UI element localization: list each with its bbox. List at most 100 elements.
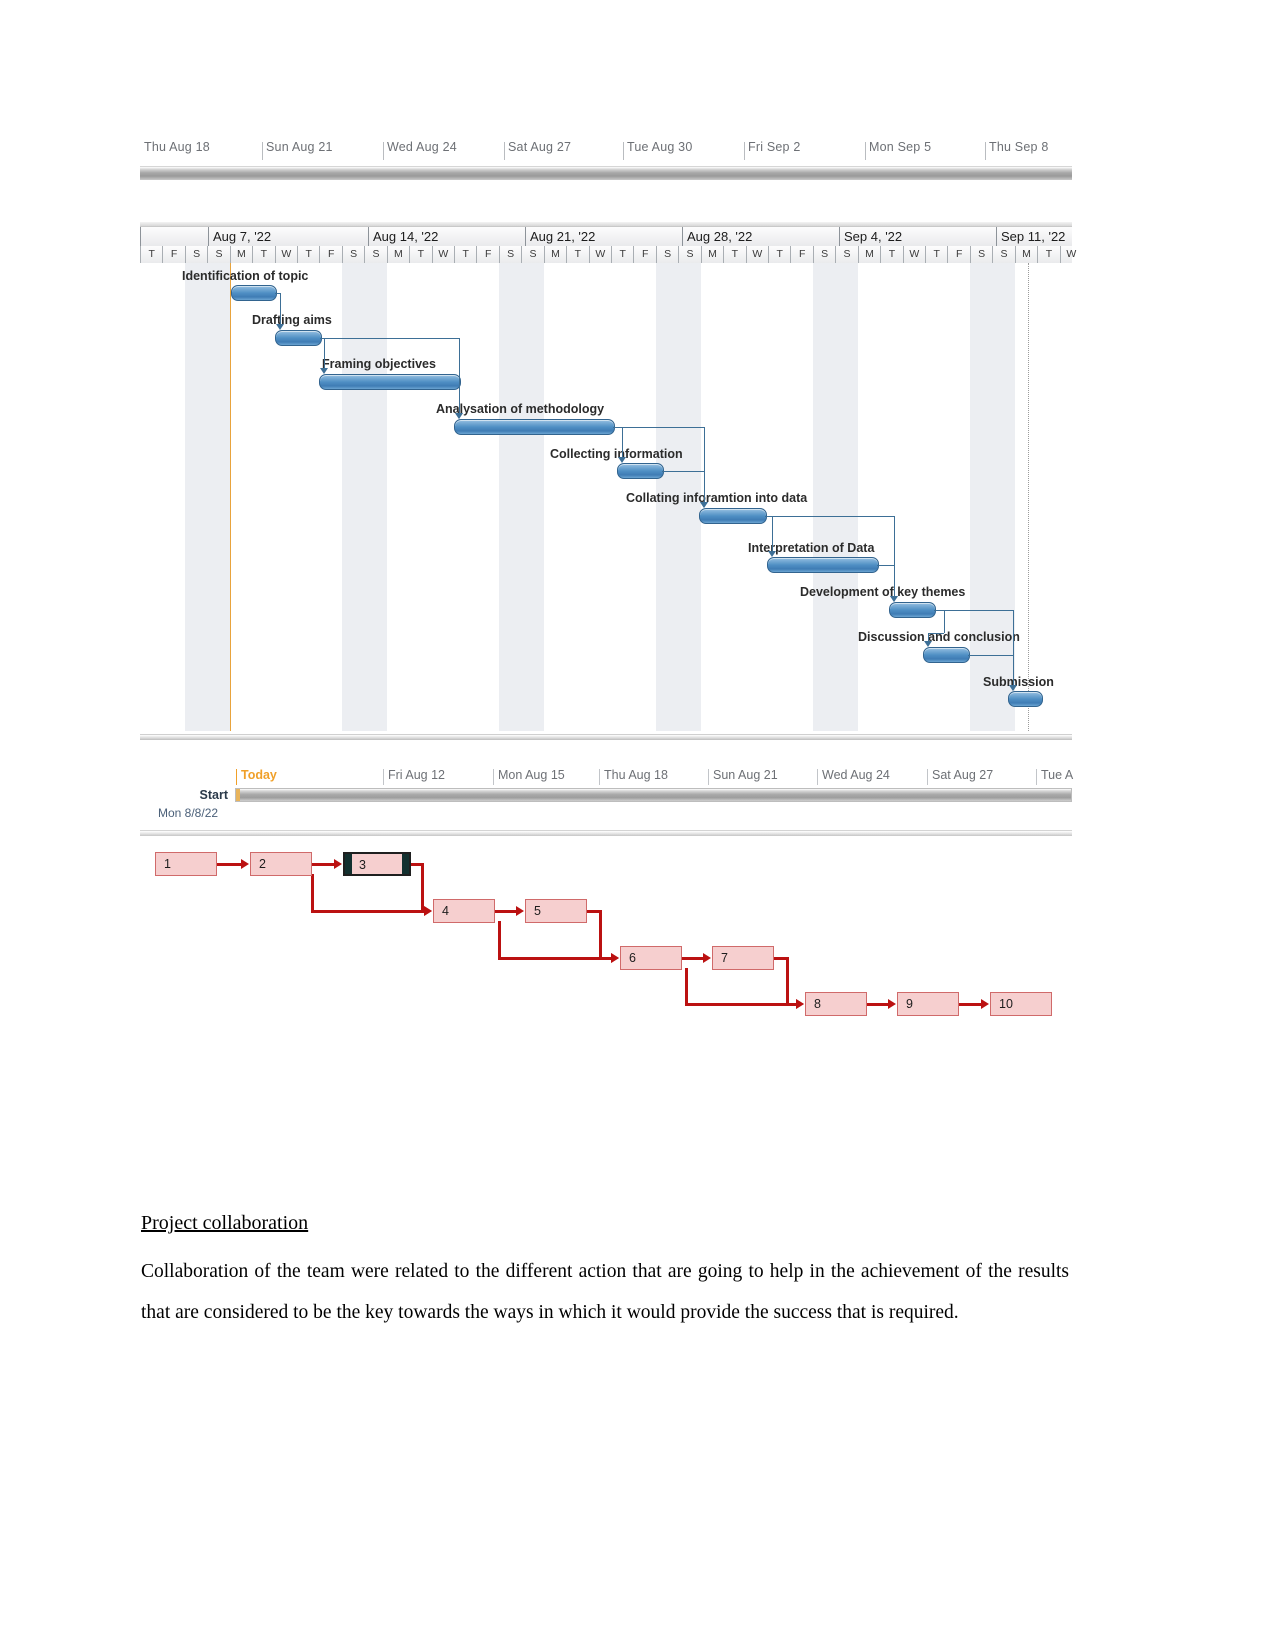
task-link-long [1013, 610, 1014, 686]
gantt-day-cell: S [364, 246, 386, 263]
network-link-arrow [981, 999, 989, 1009]
task-bar[interactable] [923, 647, 970, 663]
timeline-tick-label: Mon Aug 15 [498, 768, 565, 782]
gantt-day-cell: F [162, 246, 184, 263]
timeline-tick [236, 769, 237, 785]
gantt-day-cell: S [341, 246, 364, 263]
weekend-band [969, 263, 1015, 731]
task-bar[interactable] [454, 419, 615, 435]
task-bar[interactable] [889, 602, 936, 618]
task-label: Framing objectives [322, 357, 436, 371]
network-link [311, 910, 425, 913]
task-label: Submission [983, 675, 1054, 689]
start-label: Start [199, 788, 228, 802]
body-paragraph: Collaboration of the team were related t… [141, 1261, 1069, 1323]
gantt-day-cell: T [566, 246, 588, 263]
network-node[interactable]: 8 [805, 992, 867, 1016]
gantt-day-cell: S [812, 246, 835, 263]
weekend-band [498, 263, 544, 731]
task-label: Development of key themes [800, 585, 966, 599]
task-bar[interactable] [767, 557, 879, 573]
network-node-label: 4 [442, 904, 449, 918]
gantt-week-cell: Aug 7, '22 [208, 227, 368, 246]
upper-timeline-ruler: Thu Aug 18 Sun Aug 21 Wed Aug 24 Sat Aug 27… [140, 140, 1072, 180]
network-node-label: 1 [164, 857, 171, 871]
network-node[interactable]: 9 [897, 992, 959, 1016]
network-link-arrow [703, 953, 711, 963]
timeline-tick [817, 769, 818, 785]
today-nub [236, 789, 240, 801]
gantt-day-cell: M [543, 246, 566, 263]
network-link [685, 968, 688, 1004]
timeline-tick-label: Wed Aug 24 [387, 140, 457, 154]
task-bar[interactable] [617, 463, 664, 479]
gantt-day-cell: T [768, 246, 790, 263]
timeline-tick-label: Sun Aug 21 [266, 140, 333, 154]
timeline-tick-label: Wed Aug 24 [822, 768, 890, 782]
timeline-tick [383, 142, 384, 160]
timeline-tick-label: Tue Aug 30 [627, 140, 693, 154]
timeline-tick [504, 142, 505, 160]
network-node[interactable]: 3 [343, 852, 411, 876]
gantt-day-cell: T [409, 246, 431, 263]
network-node-label: 3 [359, 858, 366, 872]
network-link-arrow [516, 906, 524, 916]
network-link-arrow [888, 999, 896, 1009]
weekend-band [341, 263, 387, 731]
network-node[interactable]: 5 [525, 899, 587, 923]
gantt-week-cell: Aug 21, '22 [525, 227, 682, 246]
task-label: Drafting aims [252, 313, 332, 327]
gantt-day-cell: F [947, 246, 969, 263]
gantt-day-cell: W [588, 246, 611, 263]
network-link [311, 874, 314, 911]
gantt-day-cell: T [880, 246, 902, 263]
network-link [217, 863, 242, 866]
task-bar[interactable] [231, 285, 277, 301]
gantt-day-cell: M [857, 246, 880, 263]
weekend-band [184, 263, 230, 731]
timeline-tick [985, 142, 986, 160]
gantt-plot-area[interactable]: Identification of topic Drafting aims Fram… [140, 263, 1072, 731]
network-link [682, 957, 704, 960]
timeline-tick [1036, 769, 1037, 785]
status-dotted-line [1028, 263, 1029, 731]
gantt-week-header-row: Aug 7, '22 Aug 14, '22 Aug 21, '22 Aug 28, … [140, 227, 1072, 247]
network-node[interactable]: 7 [712, 946, 774, 970]
gantt-day-cell: S [498, 246, 521, 263]
network-link [312, 863, 335, 866]
task-link-arrow [320, 368, 328, 374]
network-node[interactable]: 4 [433, 899, 495, 923]
network-node[interactable]: 6 [620, 946, 682, 970]
network-node[interactable]: 2 [250, 852, 312, 876]
timeline-tick [383, 769, 384, 785]
gantt-week-cell: Sep 4, '22 [839, 227, 996, 246]
network-link [421, 863, 424, 910]
network-diagram[interactable]: 1 2 3 4 5 6 7 8 9 10 [140, 830, 1072, 1030]
task-bar[interactable] [275, 330, 322, 346]
network-link [587, 910, 599, 913]
task-link-arrow [618, 457, 626, 463]
document-text-block: Project collaboration Collaboration of t… [141, 1212, 1069, 1333]
network-link-arrow [334, 859, 342, 869]
gantt-day-cell: T [925, 246, 947, 263]
network-link [411, 863, 421, 866]
timeline-tick-label: Fri Aug 12 [388, 768, 445, 782]
task-link [928, 633, 944, 634]
task-link-long [765, 516, 894, 517]
network-node[interactable]: 10 [990, 992, 1052, 1016]
gantt-day-header-row: TFSSMTWTFSSMTWTFSSMTWTFSSMTWTFSSMTWTFSSM… [140, 246, 1076, 264]
timeline-tick [599, 769, 600, 785]
timeline-tick-label: Thu Sep 8 [989, 140, 1049, 154]
network-node[interactable]: 1 [155, 852, 217, 876]
task-bar[interactable] [1008, 691, 1043, 707]
gantt-day-cell: F [633, 246, 655, 263]
gantt-day-cell: S [184, 246, 207, 263]
gantt-day-cell: S [678, 246, 700, 263]
network-link [959, 1003, 982, 1006]
timeline-tick-label: Today [241, 768, 277, 782]
task-bar[interactable] [699, 508, 767, 524]
task-link [944, 610, 945, 633]
task-bar[interactable] [319, 374, 461, 390]
gantt-day-cell: T [252, 246, 274, 263]
gantt-week-cell: Sep 11, '22 [996, 227, 1072, 246]
